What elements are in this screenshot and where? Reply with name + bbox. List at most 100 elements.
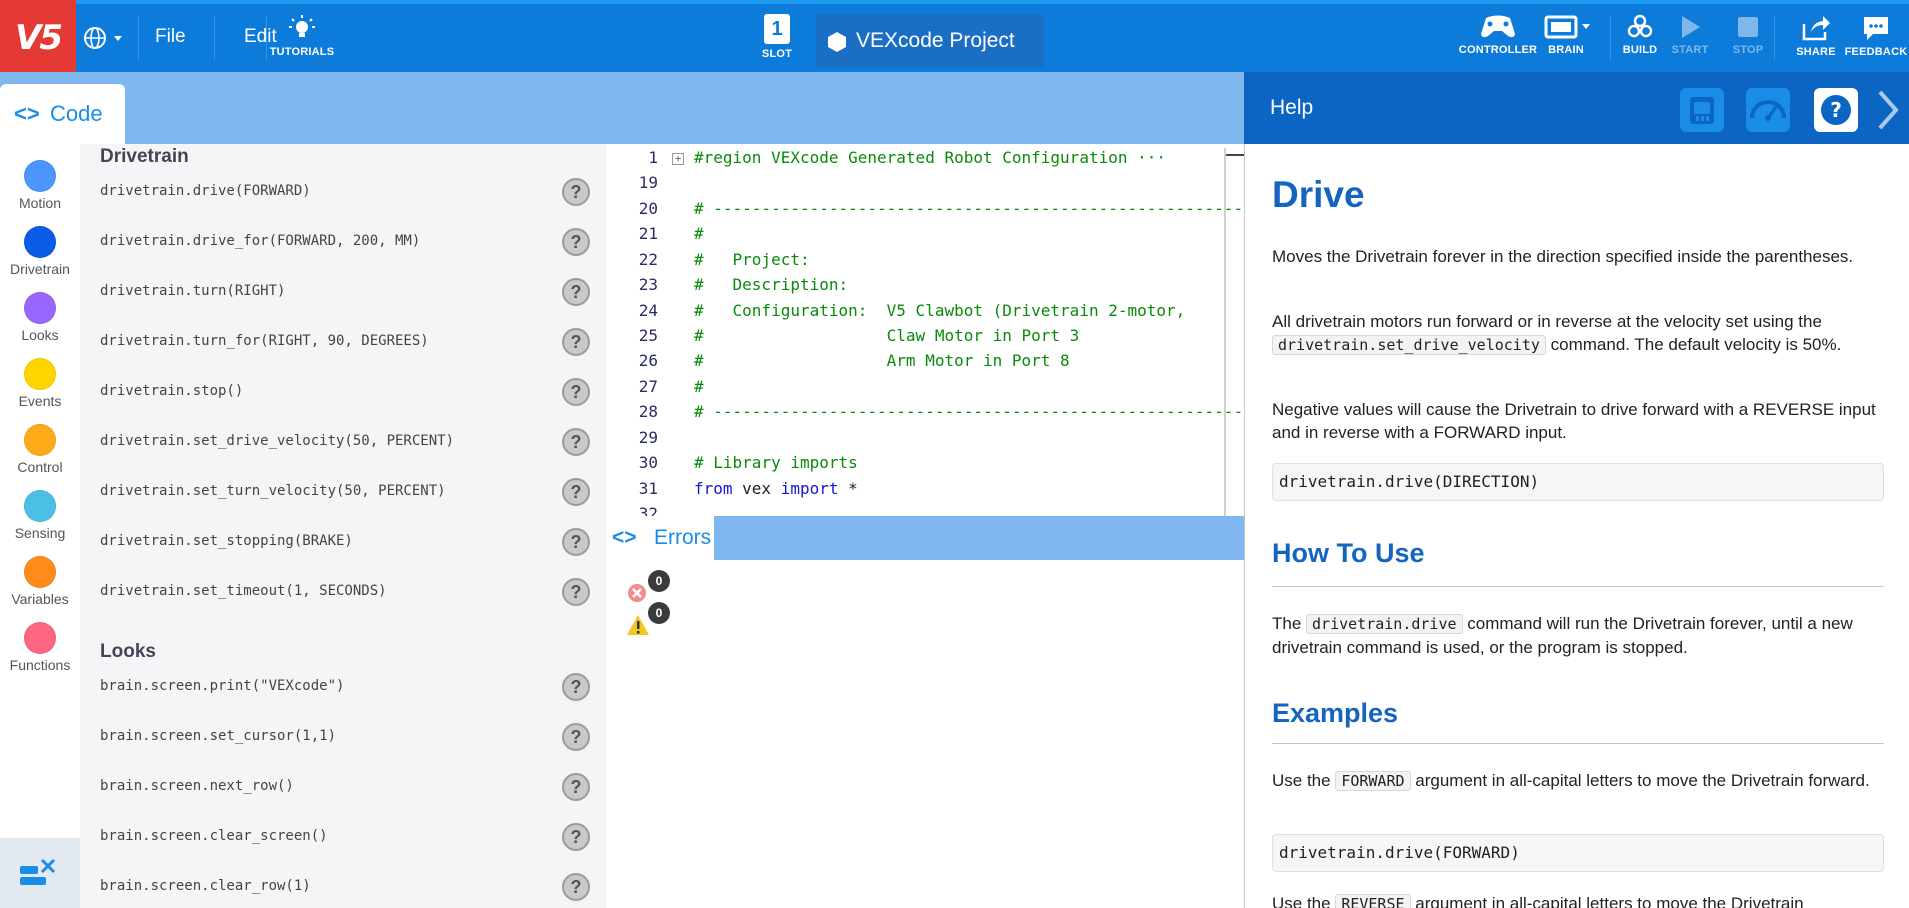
code-line: #region VEXcode Generated Robot Configur… — [694, 148, 1167, 167]
command-brain-screen-clear-screen[interactable]: brain.screen.clear_screen() ? — [100, 819, 590, 855]
code-token: vex — [732, 479, 781, 498]
command-drivetrain-set-stopping[interactable]: drivetrain.set_stopping(BRAKE) ? — [100, 524, 590, 560]
tutorials-button[interactable]: TUTORIALS — [262, 14, 342, 58]
help-content: Drive Moves the Drivetrain forever in th… — [1244, 144, 1909, 908]
tutorials-label: TUTORIALS — [269, 46, 335, 58]
language-globe-icon[interactable] — [84, 26, 124, 55]
chevron-right-icon — [1878, 90, 1899, 130]
keyword: from — [694, 479, 733, 498]
command-drivetrain-turn-for[interactable]: drivetrain.turn_for(RIGHT, 90, DEGREES) … — [100, 324, 590, 360]
command-text: brain.screen.next_row() — [100, 778, 294, 794]
command-text: brain.screen.clear_screen() — [100, 828, 328, 844]
example-code-box: drivetrain.drive(FORWARD) — [1272, 834, 1884, 872]
code-brackets-icon: <> — [612, 526, 637, 549]
syntax-code-box: drivetrain.drive(DIRECTION) — [1272, 463, 1884, 501]
category-control[interactable]: Control — [0, 424, 80, 475]
command-drivetrain-turn[interactable]: drivetrain.turn(RIGHT) ? — [100, 274, 590, 310]
file-menu[interactable]: File — [155, 26, 186, 48]
command-text: brain.screen.clear_row(1) — [100, 878, 311, 894]
command-brain-screen-clear-row[interactable]: brain.screen.clear_row(1) ? — [100, 869, 590, 905]
category-looks[interactable]: Looks — [0, 292, 80, 343]
command-help-icon[interactable]: ? — [562, 873, 590, 901]
help-paragraph: Use the REVERSE argument in all-capital … — [1272, 892, 1884, 908]
dashboard-button[interactable] — [1746, 88, 1790, 132]
toolbar-divider — [1774, 16, 1775, 60]
editor-scrollbar[interactable] — [1224, 148, 1226, 518]
category-sensing[interactable]: Sensing — [0, 490, 80, 541]
tab-code[interactable]: <> Code — [0, 84, 125, 144]
line-number: 29 — [638, 428, 658, 447]
line-number: 30 — [638, 453, 658, 472]
category-events[interactable]: Events — [0, 358, 80, 409]
feedback-button[interactable]: FEEDBACK — [1838, 14, 1909, 58]
line-number: 32 — [638, 504, 658, 516]
category-motion[interactable]: Motion — [0, 160, 80, 211]
line-number: 22 — [638, 250, 658, 269]
category-functions[interactable]: Functions — [0, 622, 80, 673]
command-help-icon[interactable]: ? — [562, 278, 590, 306]
command-drivetrain-stop[interactable]: drivetrain.stop() ? — [100, 374, 590, 410]
command-help-icon[interactable]: ? — [562, 673, 590, 701]
line-number: 23 — [638, 275, 658, 294]
command-text: drivetrain.set_timeout(1, SECONDS) — [100, 583, 387, 599]
code-line: # Claw Motor in Port 3 — [694, 326, 1080, 345]
command-help-icon[interactable]: ? — [562, 528, 590, 556]
category-dot — [24, 292, 56, 324]
editor-scroll-thumb[interactable] — [1226, 154, 1244, 156]
category-drivetrain[interactable]: Drivetrain — [0, 226, 80, 277]
command-help-icon[interactable]: ? — [562, 823, 590, 851]
category-dot — [24, 490, 56, 522]
command-brain-screen-print[interactable]: brain.screen.print("VEXcode") ? — [100, 669, 590, 705]
code-line: # — [694, 224, 704, 243]
brain-button[interactable]: BRAIN — [1526, 14, 1606, 56]
command-help-icon[interactable]: ? — [562, 178, 590, 206]
divider — [1272, 743, 1884, 744]
command-help-icon[interactable]: ? — [562, 428, 590, 456]
speedometer-icon — [1750, 100, 1786, 121]
command-text: brain.screen.set_cursor(1,1) — [100, 728, 337, 744]
help-toggle-button[interactable]: ? — [1814, 88, 1858, 132]
collapse-panel-button[interactable] — [1872, 88, 1902, 132]
play-icon — [1682, 16, 1700, 38]
editor-tab-strip — [0, 72, 1244, 144]
command-help-icon[interactable]: ? — [562, 578, 590, 606]
command-text: drivetrain.set_drive_velocity(50, PERCEN… — [100, 433, 455, 449]
divider — [1272, 586, 1884, 587]
category-dot — [24, 160, 56, 192]
command-help-icon[interactable]: ? — [562, 328, 590, 356]
command-drivetrain-set-timeout[interactable]: drivetrain.set_timeout(1, SECONDS) ? — [100, 574, 590, 610]
help-panel-header: Help ? — [1244, 72, 1909, 144]
project-name-field[interactable]: VEXcode Project — [816, 14, 1044, 68]
command-drivetrain-set-drive-velocity[interactable]: drivetrain.set_drive_velocity(50, PERCEN… — [100, 424, 590, 460]
help-heading: Drive — [1272, 174, 1365, 215]
code-brackets-icon: <> — [14, 101, 40, 126]
command-drivetrain-set-turn-velocity[interactable]: drivetrain.set_turn_velocity(50, PERCENT… — [100, 474, 590, 510]
command-help-icon[interactable]: ? — [562, 478, 590, 506]
inline-code: drivetrain.set_drive_velocity — [1272, 335, 1546, 355]
command-brain-screen-set-cursor[interactable]: brain.screen.set_cursor(1,1) ? — [100, 719, 590, 755]
code-line: # — [694, 377, 704, 396]
code-line: # Library imports — [694, 453, 858, 472]
switch-to-blocks-button[interactable] — [0, 838, 80, 908]
code-line: # Description: — [694, 275, 849, 294]
command-help-icon[interactable]: ? — [562, 773, 590, 801]
command-text: drivetrain.set_turn_velocity(50, PERCENT… — [100, 483, 446, 499]
line-number: 27 — [638, 377, 658, 396]
fold-toggle-icon[interactable]: + — [672, 153, 684, 165]
tab-errors[interactable]: <> Errors — [606, 516, 714, 560]
command-help-icon[interactable]: ? — [562, 378, 590, 406]
command-drivetrain-drive[interactable]: drivetrain.drive(FORWARD) ? — [100, 174, 590, 210]
command-help-icon[interactable]: ? — [562, 723, 590, 751]
code-editor[interactable]: + 1 #region VEXcode Generated Robot Conf… — [606, 144, 1244, 516]
slot-button[interactable]: 1 SLOT — [737, 14, 817, 60]
top-toolbar: V5 File Edit TUTORIALS 1 SLOT VEXcode Pr… — [0, 0, 1909, 76]
project-name: VEXcode Project — [856, 29, 1015, 52]
command-help-icon[interactable]: ? — [562, 228, 590, 256]
command-brain-screen-next-row[interactable]: brain.screen.next_row() ? — [100, 769, 590, 805]
palette-heading-drivetrain: Drivetrain — [100, 146, 189, 167]
command-drivetrain-drive-for[interactable]: drivetrain.drive_for(FORWARD, 200, MM) ? — [100, 224, 590, 260]
category-variables[interactable]: Variables — [0, 556, 80, 607]
toolbar-divider — [138, 16, 139, 60]
keyword: import — [780, 479, 839, 498]
devices-button[interactable] — [1680, 88, 1724, 132]
